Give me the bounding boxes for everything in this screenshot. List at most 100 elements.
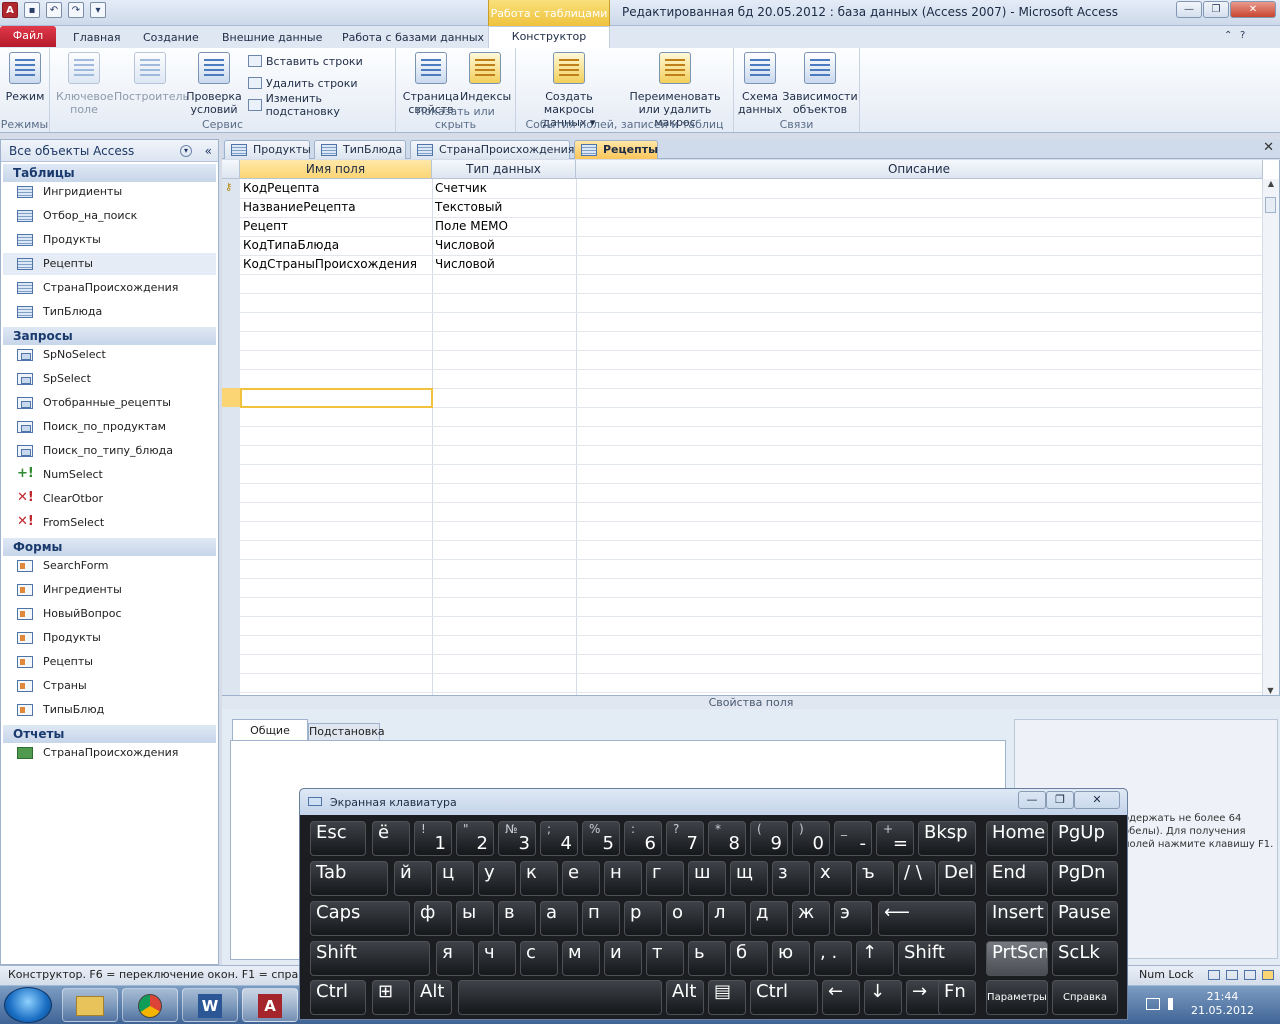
osk-key[interactable]: д xyxy=(750,901,788,936)
osk-key[interactable]: у xyxy=(478,861,516,896)
nav-item[interactable]: ✕! FromSelect xyxy=(3,512,216,534)
nav-item[interactable]: Продукты xyxy=(3,627,216,649)
scroll-thumb[interactable] xyxy=(1265,197,1276,213)
osk-key[interactable]: End xyxy=(986,861,1048,896)
osk-key[interactable]: ? 7 xyxy=(666,821,704,856)
edit-lookup-button[interactable]: Изменить подстановку xyxy=(248,92,395,118)
system-clock[interactable]: 21:44 21.05.2012 xyxy=(1191,990,1254,1018)
nav-item[interactable]: Продукты xyxy=(3,229,216,251)
osk-key[interactable]: № 3 xyxy=(498,821,536,856)
osk-key[interactable]: Bksp xyxy=(918,821,976,856)
osk-key[interactable]: PgDn xyxy=(1052,861,1118,896)
design-view-icon[interactable] xyxy=(1262,970,1274,980)
doc-tab-recipes[interactable]: Рецепты xyxy=(574,140,658,159)
customize-qat-icon[interactable]: ▾ xyxy=(90,2,106,18)
access-app-icon[interactable]: A xyxy=(2,2,18,18)
osk-key[interactable]: Справка xyxy=(1052,980,1118,1015)
close-button[interactable]: ✕ xyxy=(1230,1,1276,18)
field-name-cell[interactable]: КодТипаБлюда xyxy=(240,236,432,255)
data-type-cell[interactable]: Числовой xyxy=(432,236,576,255)
field-name-cell[interactable]: КодСтраныПроисхождения xyxy=(240,255,432,274)
osk-key[interactable]: % 5 xyxy=(582,821,620,856)
osk-key[interactable]: в xyxy=(498,901,536,936)
key-field-button[interactable]: Ключевое поле xyxy=(56,52,113,116)
osk-key[interactable]: к xyxy=(520,861,558,896)
osk-key[interactable]: _ - xyxy=(834,821,872,856)
osk-key[interactable]: е xyxy=(562,861,600,896)
doc-tab-country[interactable]: СтранаПроисхождения xyxy=(410,140,574,159)
doc-tab-products[interactable]: Продукты xyxy=(224,140,311,159)
nav-item[interactable]: Ингредиенты xyxy=(3,579,216,601)
scroll-up-icon[interactable]: ▲ xyxy=(1263,179,1279,188)
osk-key[interactable]: м xyxy=(562,941,600,976)
osk-key[interactable]: ← xyxy=(822,980,860,1015)
shutter-bar-icon[interactable]: « xyxy=(205,140,212,162)
osk-key[interactable]: ц xyxy=(436,861,474,896)
osk-key[interactable]: ы xyxy=(456,901,494,936)
osk-key[interactable]: , . xyxy=(814,941,852,976)
nav-section-header[interactable]: Таблицы xyxy=(3,164,216,182)
tab-external-data[interactable]: Внешние данные xyxy=(222,29,322,48)
osk-key[interactable]: Alt xyxy=(666,980,704,1015)
nav-item[interactable]: SpNoSelect xyxy=(3,344,216,366)
scroll-down-icon[interactable]: ▼ xyxy=(1263,686,1278,695)
help-icon[interactable]: ? xyxy=(1240,30,1245,41)
nav-item[interactable]: Рецепты xyxy=(3,651,216,673)
osk-key[interactable]: л xyxy=(708,901,746,936)
osk-key[interactable]: о xyxy=(666,901,704,936)
insert-rows-button[interactable]: Вставить строки xyxy=(248,52,363,70)
osk-key[interactable]: Параметры xyxy=(986,980,1048,1015)
pivot-view-icon[interactable] xyxy=(1226,970,1238,980)
datasheet-view-icon[interactable] xyxy=(1208,970,1220,980)
validate-button[interactable]: Проверка условий xyxy=(186,52,242,116)
osk-key[interactable]: г xyxy=(646,861,684,896)
osk-key[interactable]: а xyxy=(540,901,578,936)
osk-key[interactable]: ш xyxy=(688,861,726,896)
tab-design[interactable]: Конструктор xyxy=(488,26,610,48)
nav-item[interactable]: ТипБлюда xyxy=(3,301,216,323)
word-taskbar-button[interactable]: W xyxy=(182,988,238,1022)
osk-key[interactable]: Fn xyxy=(938,980,976,1015)
osk-key[interactable]: т xyxy=(646,941,684,976)
data-type-cell[interactable]: Числовой xyxy=(432,255,576,274)
osk-key[interactable]: PrtScn xyxy=(986,941,1048,976)
osk-key[interactable]: Alt xyxy=(414,980,452,1015)
vertical-scrollbar[interactable]: ▲ ▼ xyxy=(1262,179,1279,695)
osk-key[interactable]: ё xyxy=(372,821,410,856)
chart-view-icon[interactable] xyxy=(1244,970,1256,980)
relationships-button[interactable]: Схема данных xyxy=(738,52,782,116)
osk-key[interactable]: с xyxy=(520,941,558,976)
select-all-corner[interactable] xyxy=(222,160,240,179)
osk-key[interactable]: щ xyxy=(730,861,768,896)
osk-key[interactable]: ж xyxy=(792,901,830,936)
osk-key[interactable]: :6 xyxy=(624,821,662,856)
tab-home[interactable]: Главная xyxy=(73,29,121,48)
undo-icon[interactable]: ↶ xyxy=(46,2,62,18)
data-type-cell[interactable]: Поле MEMO xyxy=(432,217,576,236)
osk-key[interactable]: * 8 xyxy=(708,821,746,856)
nav-item[interactable]: Страны xyxy=(3,675,216,697)
redo-icon[interactable]: ↷ xyxy=(68,2,84,18)
nav-header[interactable]: Все объекты Access ▾ « xyxy=(1,140,218,162)
nav-item[interactable]: НовыйВопрос xyxy=(3,603,216,625)
nav-section-header[interactable]: Формы xyxy=(3,538,216,556)
delete-rows-button[interactable]: Удалить строки xyxy=(248,74,358,92)
osk-key[interactable]: ↑ xyxy=(856,941,894,976)
nav-item[interactable]: ТипыБлюд xyxy=(3,699,216,721)
osk-key[interactable]: Pause xyxy=(1052,901,1118,936)
osk-key[interactable]: ю xyxy=(772,941,810,976)
osk-key[interactable]: Esc xyxy=(310,821,366,856)
tab-database-tools[interactable]: Работа с базами данных xyxy=(342,29,484,48)
osk-key[interactable]: " 2 xyxy=(456,821,494,856)
nav-item[interactable]: Отбор_на_поиск xyxy=(3,205,216,227)
osk-key[interactable]: и xyxy=(604,941,642,976)
object-dependencies-button[interactable]: Зависимости объектов xyxy=(782,52,858,116)
osk-key[interactable]: + = xyxy=(876,821,914,856)
nav-section-header[interactable]: Запросы xyxy=(3,327,216,345)
nav-item[interactable]: Поиск_по_типу_блюда xyxy=(3,440,216,462)
minimize-button[interactable]: — xyxy=(1176,1,1202,18)
osk-key[interactable]: (9 xyxy=(750,821,788,856)
tab-file[interactable]: Файл xyxy=(0,26,56,47)
osk-key[interactable]: Tab xyxy=(310,861,388,896)
osk-key[interactable]: ! 1 xyxy=(414,821,452,856)
